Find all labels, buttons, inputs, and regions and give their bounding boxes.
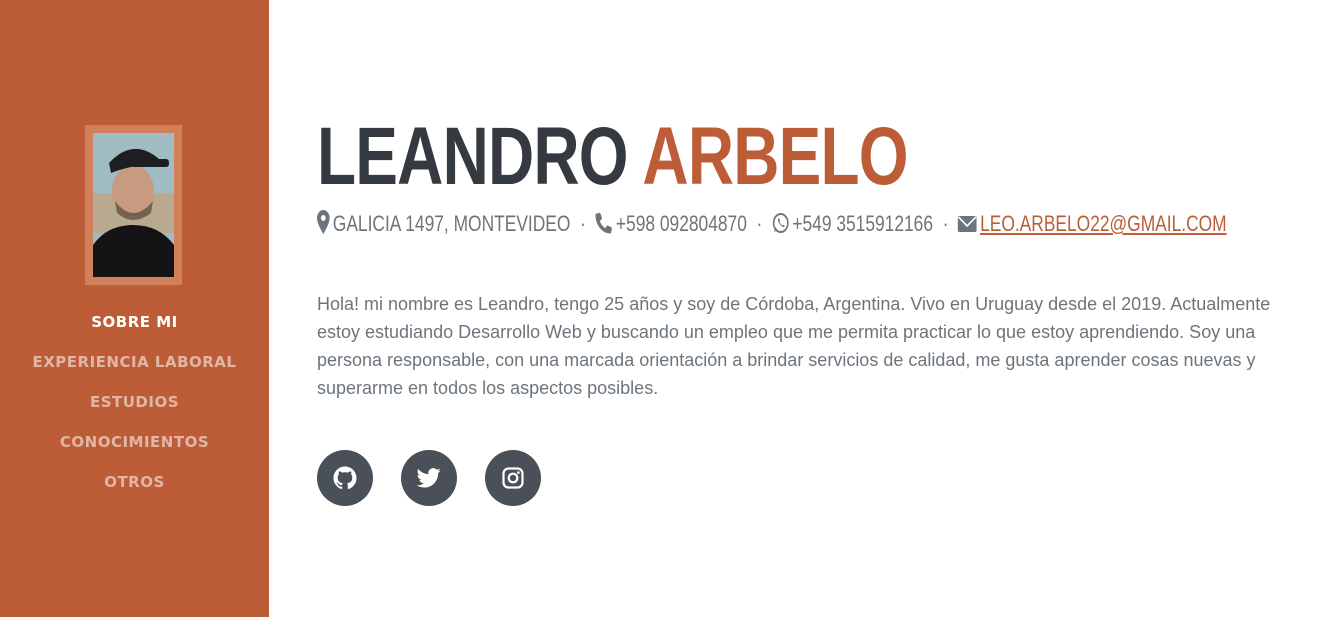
- github-icon: [333, 466, 357, 490]
- last-name: ARBELO: [642, 111, 908, 202]
- sidebar: SOBRE MI EXPERIENCIA LABORAL ESTUDIOS CO…: [0, 0, 269, 617]
- nav-link-conocimientos[interactable]: CONOCIMIENTOS: [60, 433, 209, 451]
- nav-link-estudios[interactable]: ESTUDIOS: [90, 393, 179, 411]
- nav-item-otros: OTROS: [0, 470, 269, 510]
- sidebar-nav: SOBRE MI EXPERIENCIA LABORAL ESTUDIOS CO…: [0, 310, 269, 510]
- profile-photo: [93, 133, 174, 277]
- nav-item-experiencia-laboral: EXPERIENCIA LABORAL: [0, 350, 269, 390]
- github-button[interactable]: [317, 450, 373, 506]
- email-link[interactable]: LEO.ARBELO22@GMAIL.COM: [980, 211, 1227, 236]
- first-name: LEANDRO: [317, 111, 629, 202]
- phone-icon: [595, 212, 613, 242]
- nav-item-sobre-mi: SOBRE MI: [0, 310, 269, 350]
- nav-link-experiencia-laboral[interactable]: EXPERIENCIA LABORAL: [33, 353, 237, 371]
- twitter-icon: [417, 468, 441, 488]
- nav-item-conocimientos: CONOCIMIENTOS: [0, 430, 269, 470]
- envelope-icon: [957, 212, 977, 242]
- address-text: GALICIA 1497, MONTEVIDEO: [332, 211, 571, 236]
- page-title: LEANDRO ARBELO: [317, 111, 909, 202]
- nav-link-otros[interactable]: OTROS: [104, 473, 165, 491]
- bio-paragraph: Hola! mi nombre es Leandro, tengo 25 año…: [317, 294, 1271, 398]
- instagram-icon: [502, 467, 524, 489]
- instagram-button[interactable]: [485, 450, 541, 506]
- phone-text: +598 092804870: [615, 211, 747, 236]
- nav-item-estudios: ESTUDIOS: [0, 390, 269, 430]
- map-marker-icon: [317, 210, 330, 242]
- avatar: [85, 125, 182, 285]
- nav-link-sobre-mi[interactable]: SOBRE MI: [91, 313, 178, 331]
- separator: ·: [579, 211, 586, 236]
- separator: ·: [756, 211, 763, 236]
- separator: ·: [942, 211, 949, 236]
- contact-line: GALICIA 1497, MONTEVIDEO · +598 09280487…: [317, 209, 1227, 239]
- main-content: LEANDRO ARBELO GALICIA 1497, MONTEVIDEO …: [317, 0, 1307, 617]
- social-links: [317, 450, 541, 506]
- whatsapp-text: +549 3515912166: [792, 211, 934, 236]
- twitter-button[interactable]: [401, 450, 457, 506]
- whatsapp-icon: [772, 212, 789, 242]
